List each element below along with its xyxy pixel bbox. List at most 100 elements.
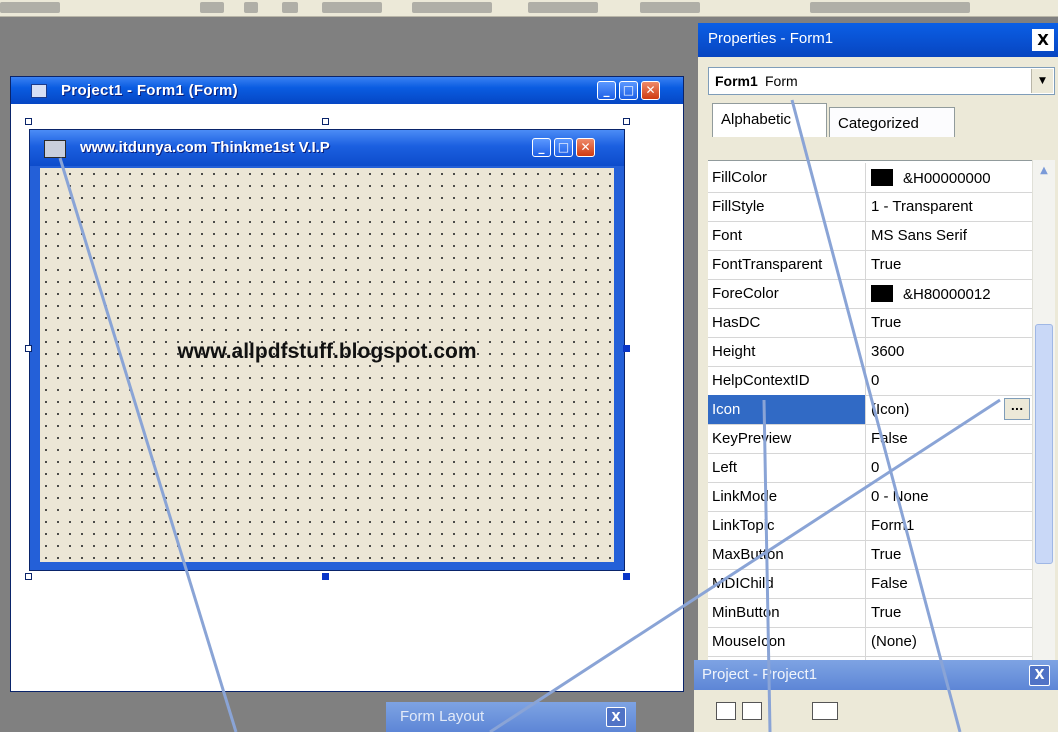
minimize-icon: _ bbox=[603, 83, 610, 97]
view-code-icon[interactable] bbox=[716, 702, 736, 720]
tab-label: Alphabetic bbox=[721, 111, 792, 128]
resize-handle[interactable] bbox=[25, 118, 32, 125]
property-value-text: 1 - Transparent bbox=[871, 198, 973, 215]
scroll-up-icon[interactable]: ▲ bbox=[1035, 162, 1053, 180]
resize-handle[interactable] bbox=[322, 573, 329, 580]
form-close-button[interactable]: ✕ bbox=[576, 138, 595, 157]
tab-categorized[interactable]: Categorized bbox=[829, 107, 955, 137]
form-minimize-button[interactable]: _ bbox=[532, 138, 551, 157]
resize-handle[interactable] bbox=[623, 573, 630, 580]
chevron-down-icon[interactable]: ▼ bbox=[1031, 69, 1053, 93]
form-maximize-button[interactable]: □ bbox=[554, 138, 573, 157]
end-button[interactable] bbox=[282, 2, 298, 13]
property-row-fillstyle[interactable]: FillStyle 1 - Transparent bbox=[708, 192, 1032, 222]
property-value[interactable]: True bbox=[867, 598, 1032, 627]
property-value[interactable]: (Icon)... bbox=[867, 395, 1032, 424]
project-explorer-close-button[interactable]: X bbox=[1029, 665, 1050, 686]
property-value[interactable]: (None) bbox=[867, 627, 1032, 656]
scroll-thumb[interactable] bbox=[1035, 324, 1053, 564]
form-caption-bar[interactable]: www.itdunya.com Thinkme1st V.I.P _ □ ✕ bbox=[30, 130, 624, 166]
property-row-font[interactable]: Font MS Sans Serif bbox=[708, 221, 1032, 251]
property-name: HelpContextID bbox=[708, 366, 866, 395]
resize-handle[interactable] bbox=[623, 345, 630, 352]
property-row-linkmode[interactable]: LinkMode 0 - None bbox=[708, 482, 1032, 512]
property-value[interactable]: Form1 bbox=[867, 511, 1032, 540]
toolbar-button-group[interactable] bbox=[0, 2, 60, 13]
designer-title: Project1 - Form1 (Form) bbox=[61, 82, 238, 99]
designer-title-bar[interactable]: Project1 - Form1 (Form) _ □ ✕ bbox=[11, 77, 683, 104]
position-indicator bbox=[810, 2, 970, 13]
property-row-icon[interactable]: Icon (Icon)... bbox=[708, 395, 1032, 425]
object-selector[interactable]: Form1 Form ▼ bbox=[708, 67, 1055, 95]
resize-handle[interactable] bbox=[25, 345, 32, 352]
form1-window[interactable]: www.itdunya.com Thinkme1st V.I.P _ □ ✕ w… bbox=[29, 129, 625, 571]
toolbar-button-group[interactable] bbox=[528, 2, 598, 13]
toolbar-button-group[interactable] bbox=[640, 2, 700, 13]
toolbar-button-group[interactable] bbox=[412, 2, 492, 13]
property-value[interactable]: 1 - Transparent bbox=[867, 192, 1032, 221]
designer-minimize-button[interactable]: _ bbox=[597, 81, 616, 100]
resize-handle[interactable] bbox=[322, 118, 329, 125]
property-value[interactable]: True bbox=[867, 308, 1032, 337]
property-value[interactable]: False bbox=[867, 569, 1032, 598]
property-row-helpcontextid[interactable]: HelpContextID 0 bbox=[708, 366, 1032, 396]
property-value[interactable]: &H00000000 bbox=[867, 163, 1032, 192]
toolbar-button-group[interactable] bbox=[322, 2, 382, 13]
property-name: HasDC bbox=[708, 308, 866, 337]
property-row-height[interactable]: Height 3600 bbox=[708, 337, 1032, 367]
resize-handle[interactable] bbox=[25, 573, 32, 580]
run-button[interactable] bbox=[200, 2, 224, 13]
property-value[interactable]: MS Sans Serif bbox=[867, 221, 1032, 250]
property-name: FillColor bbox=[708, 163, 866, 192]
project-explorer-title: Project - Project1 bbox=[702, 666, 818, 683]
property-value[interactable]: 3600 bbox=[867, 337, 1032, 366]
designer-close-button[interactable]: ✕ bbox=[641, 81, 660, 100]
property-row-maxbutton[interactable]: MaxButton True bbox=[708, 540, 1032, 570]
property-name: FillStyle bbox=[708, 192, 866, 221]
property-row-minbutton[interactable]: MinButton True bbox=[708, 598, 1032, 628]
object-name: Form1 bbox=[715, 73, 758, 89]
property-name: KeyPreview bbox=[708, 424, 866, 453]
form-designer-window: Project1 - Form1 (Form) _ □ ✕ www.itduny… bbox=[10, 76, 684, 692]
property-row-mouseicon[interactable]: MouseIcon (None) bbox=[708, 627, 1032, 657]
properties-title-bar[interactable]: Properties - Form1 X bbox=[698, 23, 1058, 57]
property-grid-scrollbar[interactable]: ▲ bbox=[1032, 160, 1055, 680]
form-design-surface[interactable]: www.allpdfstuff.blogspot.com bbox=[40, 168, 614, 562]
property-value-text: 0 bbox=[871, 372, 880, 389]
property-value[interactable]: True bbox=[867, 250, 1032, 279]
form-icon[interactable] bbox=[44, 140, 66, 158]
property-name: MinButton bbox=[708, 598, 866, 627]
designer-maximize-button[interactable]: □ bbox=[619, 81, 638, 100]
property-row-mdichild[interactable]: MDIChild False bbox=[708, 569, 1032, 599]
property-value[interactable]: 0 bbox=[867, 453, 1032, 482]
toggle-folders-icon[interactable] bbox=[812, 702, 838, 720]
property-name: LinkTopic bbox=[708, 511, 866, 540]
property-row-forecolor[interactable]: ForeColor &H80000012 bbox=[708, 279, 1032, 309]
property-value-text: False bbox=[871, 430, 908, 447]
property-row-fonttransparent[interactable]: FontTransparent True bbox=[708, 250, 1032, 280]
property-name: ForeColor bbox=[708, 279, 866, 308]
object-type: Form bbox=[765, 73, 798, 89]
ellipsis-button[interactable]: ... bbox=[1004, 398, 1030, 420]
property-row-left[interactable]: Left 0 bbox=[708, 453, 1032, 483]
property-value[interactable]: False bbox=[867, 424, 1032, 453]
property-value-text: True bbox=[871, 314, 902, 331]
close-icon: X bbox=[1034, 668, 1045, 683]
properties-close-button[interactable]: X bbox=[1032, 29, 1054, 51]
resize-handle[interactable] bbox=[623, 118, 630, 125]
property-value[interactable]: &H80000012 bbox=[867, 279, 1032, 308]
property-row-linktopic[interactable]: LinkTopic Form1 bbox=[708, 511, 1032, 541]
property-value[interactable]: True bbox=[867, 540, 1032, 569]
property-row-hasdc[interactable]: HasDC True bbox=[708, 308, 1032, 338]
property-value[interactable]: 0 bbox=[867, 366, 1032, 395]
break-button[interactable] bbox=[244, 2, 258, 13]
property-value[interactable]: 0 - None bbox=[867, 482, 1032, 511]
property-row-fillcolor[interactable]: FillColor &H00000000 bbox=[708, 163, 1032, 193]
project-explorer-title-bar[interactable]: Project - Project1 X bbox=[694, 660, 1058, 690]
tab-alphabetic[interactable]: Alphabetic bbox=[712, 103, 827, 137]
close-icon: ✕ bbox=[580, 140, 591, 154]
form-layout-close-button[interactable]: X bbox=[606, 707, 626, 727]
property-row-keypreview[interactable]: KeyPreview False bbox=[708, 424, 1032, 454]
form-layout-title-bar[interactable]: Form Layout X bbox=[386, 702, 636, 732]
view-object-icon[interactable] bbox=[742, 702, 762, 720]
